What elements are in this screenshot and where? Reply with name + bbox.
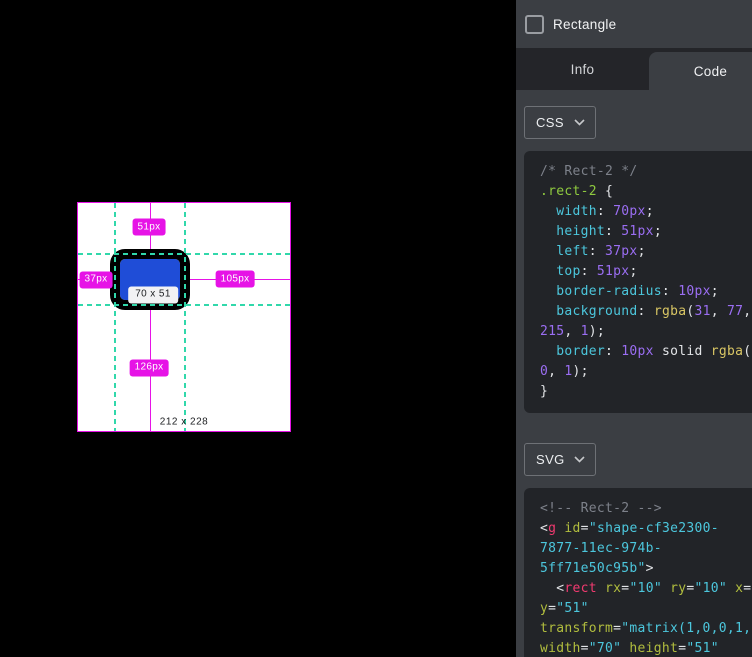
code-line: y="51" [540, 599, 752, 619]
code-line: <rect rx="10" ry="10" x="37" [540, 579, 752, 599]
artboard-size-label: 212 x 228 [160, 417, 208, 428]
chevron-down-icon [574, 456, 585, 463]
svg-language-select[interactable]: SVG [524, 443, 596, 476]
code-line: border: 10px solid rgba(0, 0, [540, 342, 752, 362]
svg-code-block: <!-- Rect-2 --><g id="shape-cf3e2300-787… [524, 488, 752, 657]
tab-code[interactable]: Code [649, 52, 752, 90]
code-line: .rect-2 { [540, 182, 752, 202]
guide-right-edge [184, 203, 186, 431]
code-line: transform="matrix(1,0,0,1,0,0)" [540, 619, 752, 639]
code-line: width: 70px; [540, 202, 752, 222]
layer-checkbox[interactable] [525, 15, 544, 34]
guide-left-edge [114, 203, 116, 431]
chevron-down-icon [574, 119, 585, 126]
code-line: /* Rect-2 */ [540, 162, 752, 182]
code-line: } [540, 382, 752, 402]
guide-top-edge [78, 253, 290, 255]
layer-title: Rectangle [553, 17, 617, 32]
code-line: width="70" height="51" [540, 639, 752, 657]
code-line: 215, 1); [540, 322, 752, 342]
guide-bottom-edge [78, 304, 290, 306]
code-line: border-radius: 10px; [540, 282, 752, 302]
tabbar: Info Code [516, 48, 752, 90]
measure-label-right: 105px [216, 271, 255, 288]
code-line: background: rgba(31, 77, [540, 302, 752, 322]
layer-header: Rectangle [516, 0, 752, 48]
measure-label-left: 37px [80, 271, 113, 288]
code-line: 0, 1); [540, 362, 752, 382]
code-line: height: 51px; [540, 222, 752, 242]
css-language-select-value: CSS [536, 115, 564, 130]
code-line: <g id="shape-cf3e2300- [540, 519, 752, 539]
code-line: 5ff71e50c95b"> [540, 559, 752, 579]
measure-label-bottom: 126px [130, 359, 169, 376]
tab-info[interactable]: Info [516, 48, 649, 90]
artboard: 51px 37px 105px 126px 70 x 51 212 x 228 [78, 203, 290, 431]
code-line: <!-- Rect-2 --> [540, 499, 752, 519]
rect-size-badge: 70 x 51 [128, 286, 178, 303]
inspector-panel: Rectangle Info Code CSS /* Rect-2 */.rec… [516, 0, 752, 657]
css-language-select[interactable]: CSS [524, 106, 596, 139]
code-panel-body: CSS /* Rect-2 */.rect-2 { width: 70px; h… [516, 90, 752, 657]
code-line: left: 37px; [540, 242, 752, 262]
code-line: 7877-11ec-974b- [540, 539, 752, 559]
svg-language-select-value: SVG [536, 452, 565, 467]
measure-label-top: 51px [133, 219, 166, 236]
app-screen: 51px 37px 105px 126px 70 x 51 212 x 228 … [0, 0, 752, 657]
css-code-block: /* Rect-2 */.rect-2 { width: 70px; heigh… [524, 151, 752, 413]
code-line: top: 51px; [540, 262, 752, 282]
